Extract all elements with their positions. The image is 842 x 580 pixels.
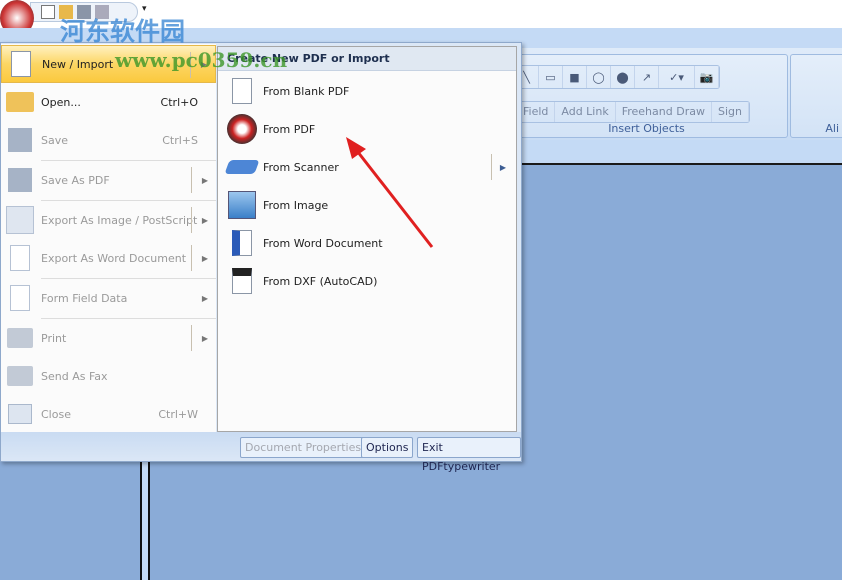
- image-icon: [226, 189, 258, 221]
- floppy-pencil-icon: [5, 165, 35, 195]
- group-label: Insert Objects: [608, 122, 685, 135]
- word-doc-icon: [5, 243, 35, 273]
- group-label: Ali: [825, 122, 839, 135]
- exit-button[interactable]: Exit PDFtypewriter: [417, 437, 521, 473]
- camera-icon[interactable]: 📷: [695, 66, 719, 88]
- menu-left-column: New / Import ▶ Open... Ctrl+O Save Ctrl+…: [1, 44, 216, 432]
- sign-button[interactable]: Sign: [712, 102, 749, 122]
- shape-tools: ╲ ▭ ■ ◯ ⬤ ↗ ✓▾ 📷: [514, 65, 720, 89]
- menu-footer: Document Properties Options Exit PDFtype…: [1, 432, 521, 473]
- menu-item-send-as-fax[interactable]: Send As Fax: [1, 357, 216, 395]
- menu-item-save-as-pdf[interactable]: Save As PDF ▶: [1, 161, 216, 199]
- ellipse-icon[interactable]: ◯: [587, 66, 611, 88]
- xml-doc-icon: [5, 283, 35, 313]
- menu-item-export-image[interactable]: Export As Image / PostScript ▶: [1, 201, 216, 239]
- align-group: Ali: [790, 54, 842, 138]
- menu-item-print[interactable]: Print ▶: [1, 319, 216, 357]
- insert-objects-group: ╲ ▭ ■ ◯ ⬤ ↗ ✓▾ 📷 Field Add Link Freehand…: [505, 54, 788, 138]
- watermark-chinese: 河东软件园: [60, 17, 186, 46]
- submenu-arrow-icon: ▶: [201, 333, 208, 343]
- submenu-arrow-icon: ▶: [499, 162, 506, 172]
- red-arrow-annotation: [346, 137, 434, 248]
- printer-icon: [5, 323, 35, 353]
- fax-icon: [5, 361, 35, 391]
- application-menu: New / Import ▶ Open... Ctrl+O Save Ctrl+…: [0, 42, 522, 473]
- scanner-icon: [224, 151, 260, 183]
- rectangle-icon[interactable]: ▭: [539, 66, 563, 88]
- menu-item-open[interactable]: Open... Ctrl+O: [1, 83, 216, 121]
- menu-item-save[interactable]: Save Ctrl+S: [1, 121, 216, 159]
- submenu-arrow-icon: ▶: [201, 253, 208, 263]
- watermark-url: www.pc0359.cn: [115, 48, 288, 72]
- pdf-icon: [226, 113, 258, 145]
- insert-buttons: Field Add Link Freehand Draw Sign: [516, 101, 750, 123]
- dxf-icon: [226, 265, 258, 297]
- menu-item-close[interactable]: Close Ctrl+W: [1, 395, 216, 433]
- filled-ellipse-icon[interactable]: ⬤: [611, 66, 635, 88]
- blank-page-icon: [226, 75, 258, 107]
- menu-item-export-word[interactable]: Export As Word Document ▶: [1, 239, 216, 277]
- word-doc-icon: [226, 227, 258, 259]
- menu-item-form-field-data[interactable]: Form Field Data ▶: [1, 279, 216, 317]
- arrow-icon[interactable]: ↗: [635, 66, 659, 88]
- options-button[interactable]: Options: [361, 437, 414, 458]
- document-properties-button[interactable]: Document Properties: [240, 437, 367, 458]
- submenu-item-from-blank-pdf[interactable]: From Blank PDF: [218, 72, 516, 110]
- submenu-arrow-icon: ▶: [201, 293, 208, 303]
- add-link-button[interactable]: Add Link: [555, 102, 616, 122]
- submenu-arrow-icon: ▶: [201, 215, 208, 225]
- new-icon[interactable]: [41, 5, 55, 19]
- floppy-icon: [5, 125, 35, 155]
- folder-open-icon: [5, 87, 35, 117]
- field-button[interactable]: Field: [517, 102, 556, 122]
- filled-rectangle-icon[interactable]: ■: [563, 66, 587, 88]
- blank-page-icon: [6, 49, 36, 79]
- submenu-item-from-dxf[interactable]: From DXF (AutoCAD): [218, 262, 516, 300]
- checkmark-icon[interactable]: ✓▾: [659, 66, 695, 88]
- freehand-draw-button[interactable]: Freehand Draw: [616, 102, 712, 122]
- folder-close-icon: [5, 399, 35, 429]
- image-icon: [5, 205, 35, 235]
- submenu-arrow-icon: ▶: [201, 175, 208, 185]
